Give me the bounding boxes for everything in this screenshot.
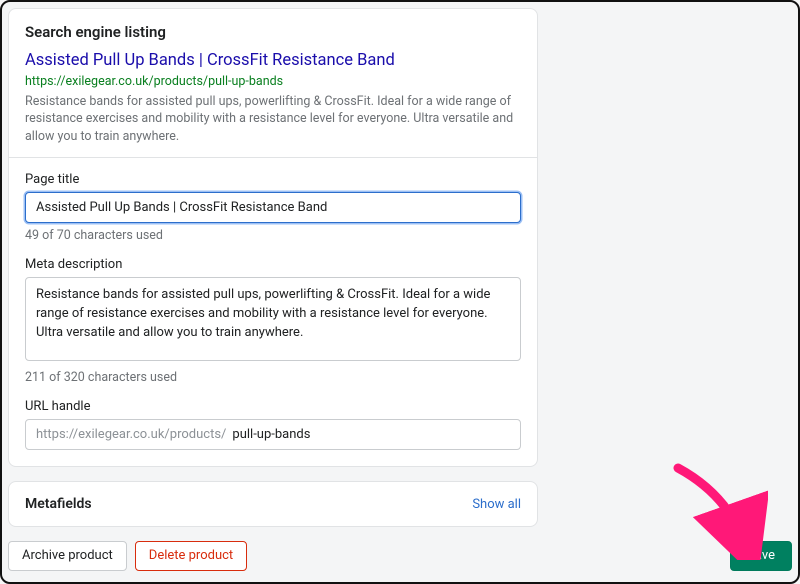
meta-description-input[interactable]: [25, 277, 521, 361]
page-title-input[interactable]: [25, 192, 521, 223]
url-handle-label: URL handle: [25, 399, 521, 414]
footer-row: Archive product Delete product Save: [8, 541, 792, 571]
metafields-show-all-link[interactable]: Show all: [472, 497, 521, 512]
page-title-field: Page title 49 of 70 characters used: [25, 172, 521, 243]
url-handle-input[interactable]: [230, 420, 520, 449]
seo-preview-url: https://exilegear.co.uk/products/pull-up…: [25, 74, 521, 89]
meta-description-helper: 211 of 320 characters used: [25, 370, 521, 385]
url-handle-field: URL handle https://exilegear.co.uk/produ…: [25, 399, 521, 450]
seo-preview-title: Assisted Pull Up Bands | CrossFit Resist…: [25, 51, 521, 72]
page-title-label: Page title: [25, 172, 521, 187]
meta-description-label: Meta description: [25, 257, 521, 272]
metafields-card: Metafields Show all: [8, 481, 538, 527]
archive-product-button[interactable]: Archive product: [8, 541, 127, 571]
page-title-helper: 49 of 70 characters used: [25, 228, 521, 243]
meta-description-field: Meta description 211 of 320 characters u…: [25, 257, 521, 385]
seo-preview-description: Resistance bands for assisted pull ups, …: [25, 93, 521, 146]
url-handle-prefix: https://exilegear.co.uk/products/: [26, 420, 230, 449]
seo-section-title: Search engine listing: [25, 23, 521, 41]
url-handle-input-wrap[interactable]: https://exilegear.co.uk/products/: [25, 419, 521, 450]
metafields-title: Metafields: [25, 496, 92, 512]
save-button[interactable]: Save: [730, 541, 792, 571]
seo-card: Search engine listing Assisted Pull Up B…: [8, 8, 538, 467]
delete-product-button[interactable]: Delete product: [135, 541, 247, 571]
seo-preview: Assisted Pull Up Bands | CrossFit Resist…: [25, 51, 521, 145]
